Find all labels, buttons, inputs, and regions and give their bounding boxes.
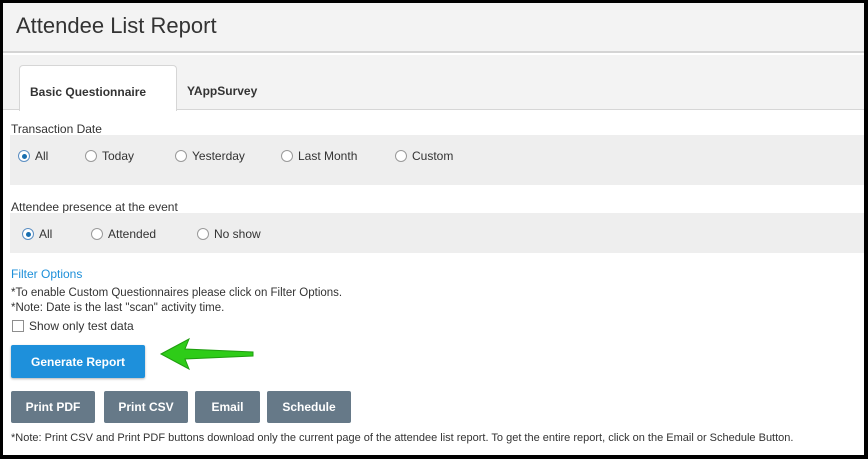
- tab-bar: Basic Questionnaire YAppSurvey: [3, 55, 864, 111]
- email-button[interactable]: Email: [195, 391, 260, 423]
- presence-label: Attendee presence at the event: [11, 200, 178, 214]
- print-csv-button[interactable]: Print CSV: [104, 391, 188, 423]
- custom-questionnaire-note: *To enable Custom Questionnaires please …: [11, 287, 343, 299]
- green-arrow-icon: [159, 337, 254, 371]
- transaction-date-panel: All Today Yesterday Last Month Custom: [10, 135, 864, 185]
- radio-unchecked-icon: [175, 150, 187, 162]
- radio-unchecked-icon: [91, 228, 103, 240]
- radio-checked-icon: [22, 228, 34, 240]
- page-title: Attendee List Report: [16, 13, 217, 38]
- tab-basic-questionnaire[interactable]: Basic Questionnaire: [19, 65, 177, 111]
- generate-report-button[interactable]: Generate Report: [11, 345, 145, 378]
- radio-transaction-all[interactable]: All: [18, 149, 48, 163]
- test-data-checkbox-row[interactable]: Show only test data: [12, 319, 134, 333]
- page-header: Attendee List Report: [3, 3, 864, 53]
- radio-unchecked-icon: [197, 228, 209, 240]
- test-data-label: Show only test data: [29, 319, 134, 333]
- radio-transaction-last-month[interactable]: Last Month: [281, 149, 357, 163]
- presence-panel: All Attended No show: [10, 213, 864, 253]
- tab-yappsurvey[interactable]: YAppSurvey: [177, 65, 267, 111]
- test-data-checkbox[interactable]: [12, 320, 24, 332]
- radio-presence-no-show[interactable]: No show: [197, 227, 261, 241]
- report-window: Attendee List Report Basic Questionnaire…: [3, 3, 864, 455]
- radio-transaction-custom[interactable]: Custom: [395, 149, 453, 163]
- radio-transaction-today[interactable]: Today: [85, 149, 134, 163]
- radio-unchecked-icon: [281, 150, 293, 162]
- filter-options-link[interactable]: Filter Options: [11, 267, 82, 281]
- radio-unchecked-icon: [85, 150, 97, 162]
- radio-checked-icon: [18, 150, 30, 162]
- radio-presence-attended[interactable]: Attended: [91, 227, 156, 241]
- transaction-date-label: Transaction Date: [11, 122, 102, 136]
- date-note: *Note: Date is the last "scan" activity …: [11, 302, 225, 314]
- radio-unchecked-icon: [395, 150, 407, 162]
- schedule-button[interactable]: Schedule: [267, 391, 351, 423]
- radio-presence-all[interactable]: All: [22, 227, 52, 241]
- print-pdf-button[interactable]: Print PDF: [11, 391, 95, 423]
- radio-transaction-yesterday[interactable]: Yesterday: [175, 149, 245, 163]
- print-note: *Note: Print CSV and Print PDF buttons d…: [11, 432, 794, 444]
